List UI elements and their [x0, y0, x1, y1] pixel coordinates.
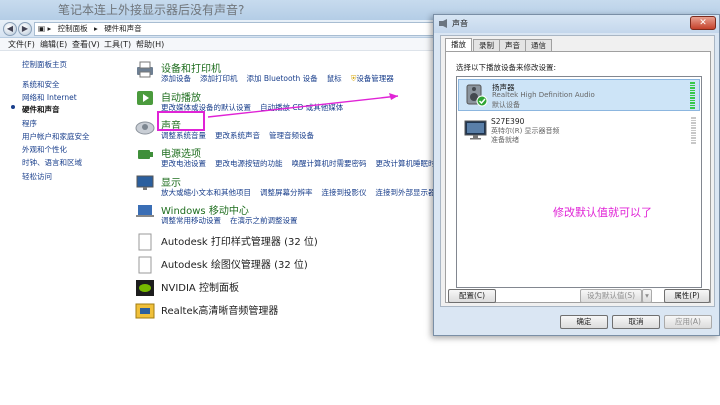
- tab-playback[interactable]: 播放: [445, 38, 472, 52]
- device-status: 准备就绪: [491, 136, 519, 144]
- properties-button[interactable]: 属性(P): [664, 289, 710, 303]
- sidebar-item-clock-region[interactable]: 时钟、语言和区域: [22, 157, 82, 168]
- link-device-manager[interactable]: 设备管理器: [356, 74, 394, 83]
- category-links: 放大或缩小文本和其他项目 调整屏幕分辨率 连接到投影仪 连接到外部显示器: [161, 187, 445, 198]
- menu-edit[interactable]: 编辑(E): [40, 39, 67, 50]
- realtek-icon: [135, 303, 155, 319]
- tab-communications[interactable]: 通信: [525, 39, 552, 51]
- breadcrumb-control-panel[interactable]: 控制面板: [58, 24, 88, 33]
- folder-icon: ▣ ▸: [38, 24, 52, 33]
- link-external-display[interactable]: 连接到外部显示器: [376, 188, 436, 197]
- breadcrumb-hardware-sound[interactable]: 硬件和声音: [104, 24, 142, 33]
- apply-button[interactable]: 应用(A): [664, 315, 712, 329]
- level-meter: [691, 117, 696, 145]
- address-field[interactable]: ▣ ▸ 控制面板 ▸ 硬件和声音: [34, 22, 434, 36]
- sound-highlight-box: [157, 111, 205, 131]
- sound-category-icon: [135, 121, 155, 135]
- link-text-size[interactable]: 放大或缩小文本和其他项目: [161, 188, 251, 197]
- current-item-bullet-icon: [11, 105, 15, 109]
- tab-recording[interactable]: 录制: [473, 39, 500, 51]
- document-icon: [138, 233, 152, 251]
- tab-sounds[interactable]: 声音: [499, 39, 526, 51]
- link-mouse[interactable]: 鼠标: [327, 74, 342, 83]
- sidebar-item-appearance[interactable]: 外观和个性化: [22, 144, 67, 155]
- link-resolution[interactable]: 调整屏幕分辨率: [260, 188, 313, 197]
- sidebar-item-network[interactable]: 网络和 Internet: [22, 92, 77, 103]
- link-presentation-settings[interactable]: 在演示之前调整设置: [230, 216, 298, 225]
- link-adjust-volume[interactable]: 调整系统音量: [161, 131, 206, 140]
- printer-icon: [137, 61, 153, 78]
- device-s27e390[interactable]: S27E390 英特尔(R) 显示器音频 准备就绪: [458, 115, 700, 147]
- playback-panel: 选择以下播放设备来修改设置: 扬声器 Realtek High Definiti…: [445, 51, 711, 303]
- sidebar-item-ease-of-access[interactable]: 轻松访问: [22, 171, 52, 182]
- device-speakers[interactable]: 扬声器 Realtek High Definition Audio 默认设备: [458, 79, 700, 111]
- category-links: 添加设备 添加打印机 添加 Bluetooth 设备 鼠标 ⛨设备管理器: [161, 73, 403, 84]
- link-add-device[interactable]: 添加设备: [161, 74, 191, 83]
- display-icon: [136, 175, 154, 190]
- configure-button[interactable]: 配置(C): [448, 289, 496, 303]
- link-manage-audio-devices[interactable]: 管理音频设备: [269, 131, 314, 140]
- menu-view[interactable]: 查看(V): [72, 39, 100, 50]
- back-arrow-icon[interactable]: ◀: [3, 22, 17, 36]
- article-heading: 笔记本连上外接显示器后没有声音?: [58, 3, 245, 17]
- link-mobility-settings[interactable]: 调整常用移动设置: [161, 216, 221, 225]
- link-wake-password[interactable]: 唤醒计算机时需要密码: [292, 159, 367, 168]
- category-links: 更改电池设置 更改电源按钮的功能 唤醒计算机时需要密码 更改计算机睡眠时间: [161, 158, 452, 169]
- sidebar-item-home[interactable]: 控制面板主页: [22, 59, 67, 70]
- dialog-titlebar[interactable]: 声音 ✕: [434, 15, 719, 33]
- category-title[interactable]: Autodesk 打印样式管理器 (32 位): [161, 233, 318, 248]
- sidebar-item-programs[interactable]: 程序: [22, 118, 37, 129]
- category-title[interactable]: Realtek高清晰音频管理器: [161, 302, 278, 317]
- speaker-small-icon: [439, 19, 447, 28]
- device-name: S27E390: [491, 117, 525, 126]
- speaker-icon: [466, 84, 488, 107]
- sidebar-item-hardware-sound: 硬件和声音: [22, 105, 60, 114]
- sidebar: 控制面板主页 系统和安全 网络和 Internet 硬件和声音 程序 用户帐户和…: [0, 52, 118, 405]
- monitor-icon: [464, 120, 487, 140]
- level-meter: [690, 82, 695, 110]
- link-power-button[interactable]: 更改电源按钮的功能: [215, 159, 283, 168]
- link-add-printer[interactable]: 添加打印机: [200, 74, 238, 83]
- link-autoplay-cd[interactable]: 自动播放 CD 或其他媒体: [260, 103, 343, 112]
- category-title[interactable]: Autodesk 绘图仪管理器 (32 位): [161, 256, 308, 271]
- set-default-button[interactable]: 设为默认值(S): [580, 289, 642, 303]
- breadcrumb-separator: ▸: [94, 24, 98, 33]
- mobility-center-icon: [136, 205, 154, 217]
- category-links: 调整系统音量 更改系统声音 管理音频设备: [161, 130, 323, 141]
- link-change-sounds[interactable]: 更改系统声音: [215, 131, 260, 140]
- device-list: 扬声器 Realtek High Definition Audio 默认设备 S…: [456, 76, 702, 288]
- power-options-icon: [138, 150, 153, 159]
- autoplay-icon: [137, 91, 153, 105]
- sidebar-item-accounts[interactable]: 用户帐户和家庭安全: [22, 131, 90, 142]
- link-projector[interactable]: 连接到投影仪: [322, 188, 367, 197]
- menu-help[interactable]: 帮助(H): [136, 39, 164, 50]
- sidebar-item-security[interactable]: 系统和安全: [22, 79, 60, 90]
- annotation-text: 修改默认值就可以了: [553, 206, 652, 219]
- link-add-bluetooth[interactable]: 添加 Bluetooth 设备: [247, 74, 318, 83]
- document-icon: [138, 256, 152, 274]
- category-title[interactable]: NVIDIA 控制面板: [161, 279, 239, 294]
- ok-button[interactable]: 确定: [560, 315, 608, 329]
- nvidia-icon: [136, 280, 154, 296]
- category-links: 调整常用移动设置 在演示之前调整设置: [161, 215, 307, 226]
- sound-dialog: 声音 ✕ 播放 录制 声音 通信 选择以下播放设备来修改设置: 扬声器 Real…: [433, 14, 720, 336]
- dialog-title: 声音: [452, 19, 468, 28]
- dialog-body: 播放 录制 声音 通信 选择以下播放设备来修改设置: 扬声器 Realtek H…: [440, 35, 715, 307]
- link-battery-settings[interactable]: 更改电池设置: [161, 159, 206, 168]
- cancel-button[interactable]: 取消: [612, 315, 660, 329]
- device-driver: Realtek High Definition Audio: [492, 91, 595, 99]
- chevron-down-icon[interactable]: ▾: [642, 289, 652, 303]
- menu-tools[interactable]: 工具(T): [104, 39, 131, 50]
- close-icon[interactable]: ✕: [690, 16, 716, 30]
- instruction-text: 选择以下播放设备来修改设置:: [456, 63, 557, 72]
- menu-file[interactable]: 文件(F): [8, 39, 35, 50]
- forward-arrow-icon[interactable]: ▶: [18, 22, 32, 36]
- device-status: 默认设备: [492, 101, 520, 109]
